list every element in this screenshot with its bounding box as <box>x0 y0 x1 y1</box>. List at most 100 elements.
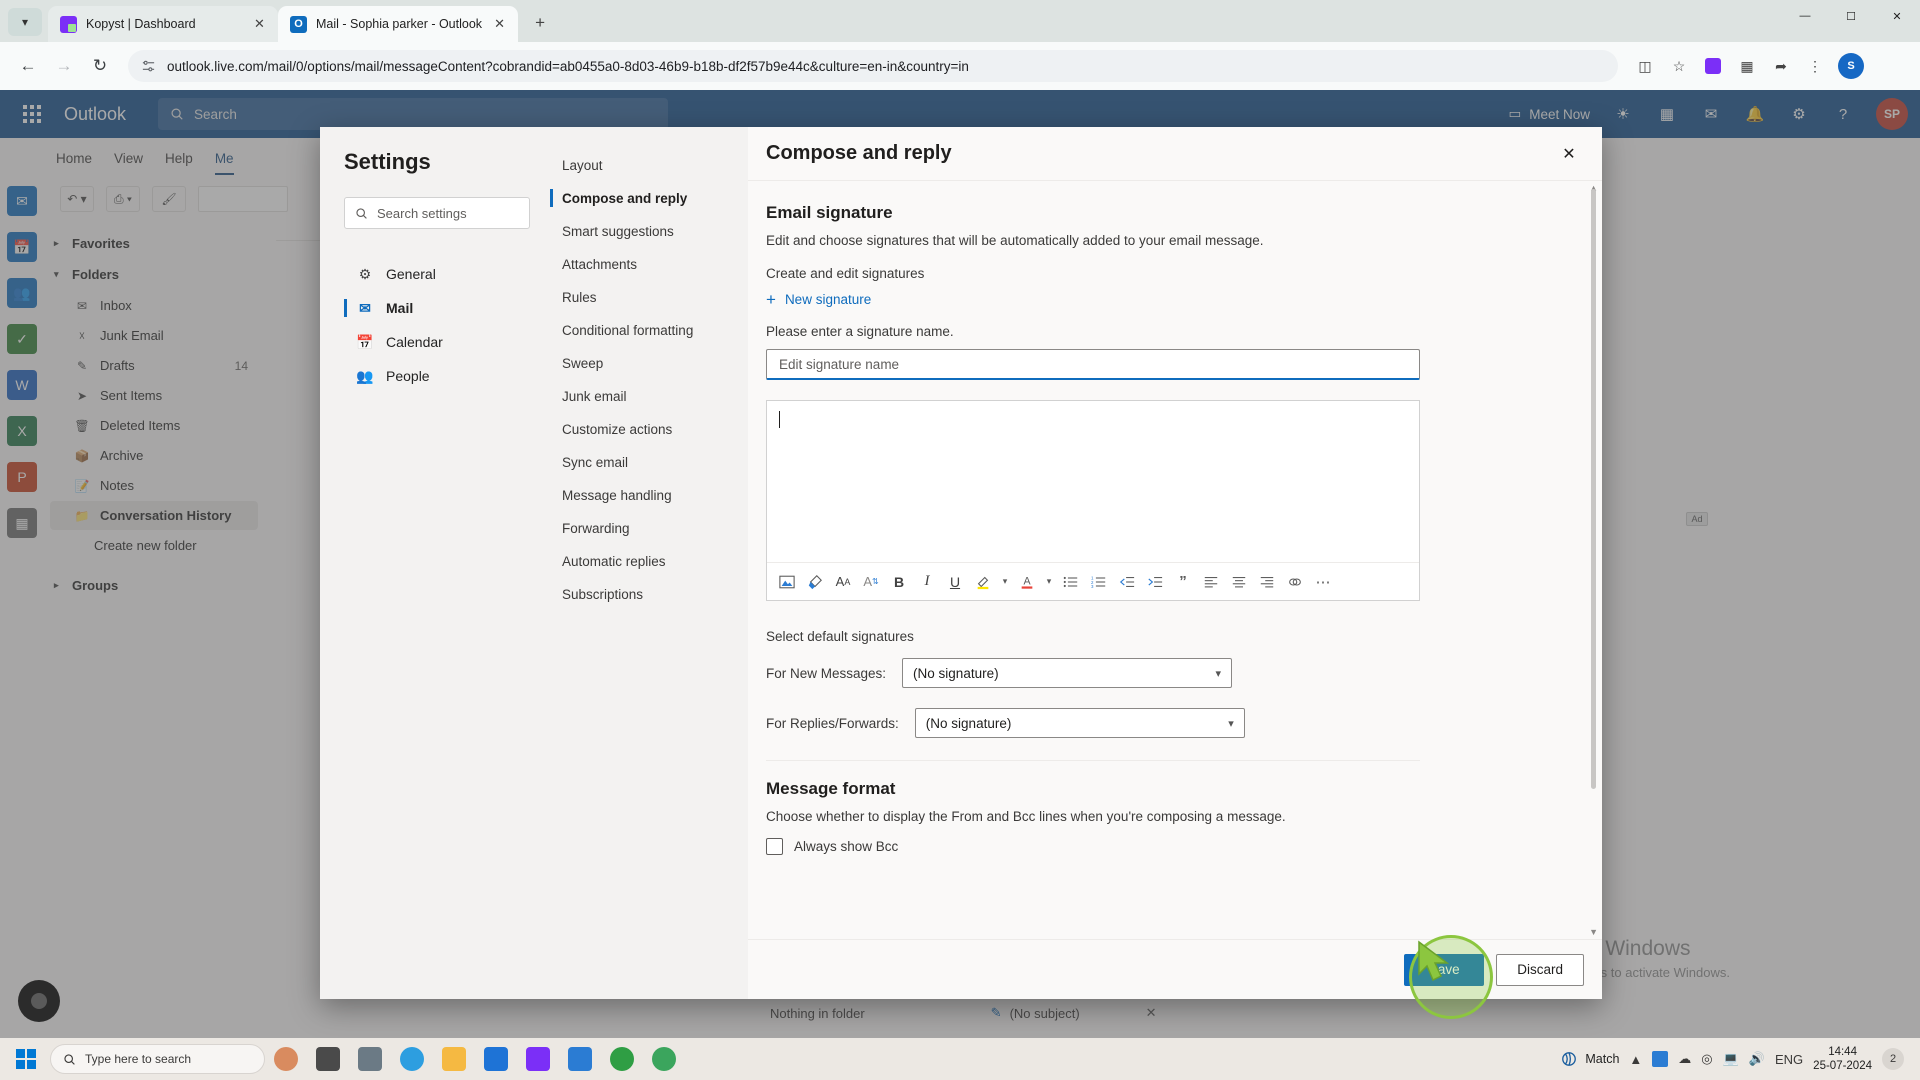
highlight-chevron-down-icon[interactable]: ▾ <box>997 568 1013 596</box>
settings-sub-forwarding[interactable]: Forwarding <box>550 512 748 544</box>
settings-sub-automatic-replies[interactable]: Automatic replies <box>550 545 748 577</box>
minimize-button[interactable]: — <box>1782 0 1828 32</box>
insert-picture-icon[interactable] <box>773 568 801 596</box>
floating-record-button[interactable] <box>18 980 60 1022</box>
align-center-icon[interactable] <box>1225 568 1253 596</box>
network-icon[interactable]: 💻 <box>1723 1051 1739 1067</box>
extensions-icon[interactable]: ➦ <box>1766 51 1796 81</box>
taskbar-mail-icon[interactable] <box>475 1040 517 1078</box>
back-icon[interactable]: ← <box>12 50 44 82</box>
for-new-messages-dropdown[interactable]: (No signature) ▾ <box>902 658 1233 688</box>
more-options-icon[interactable]: ⋯ <box>1309 568 1337 596</box>
insert-link-icon[interactable] <box>1281 568 1309 596</box>
always-show-bcc-checkbox[interactable] <box>766 838 783 855</box>
extension-puzzle-icon[interactable]: ▦ <box>1732 51 1762 81</box>
forward-icon[interactable]: → <box>48 50 80 82</box>
bookmark-star-icon[interactable]: ☆ <box>1664 51 1694 81</box>
settings-subcategories-pane: Layout Compose and reply Smart suggestio… <box>550 127 748 999</box>
close-window-button[interactable]: ✕ <box>1874 0 1920 32</box>
notification-center-badge[interactable]: 2 <box>1882 1048 1904 1070</box>
taskbar-kopyst-icon[interactable] <box>517 1040 559 1078</box>
close-icon[interactable]: ✕ <box>1552 137 1586 171</box>
format-painter-icon[interactable] <box>801 568 829 596</box>
address-bar[interactable]: outlook.live.com/mail/0/options/mail/mes… <box>128 50 1618 82</box>
settings-sub-junk-email[interactable]: Junk email <box>550 380 748 412</box>
onedrive-cloud-icon[interactable]: ☁ <box>1678 1051 1691 1067</box>
settings-search-input[interactable]: Search settings <box>344 197 530 229</box>
maximize-button[interactable]: ☐ <box>1828 0 1874 32</box>
settings-sub-layout[interactable]: Layout <box>550 149 748 181</box>
match-tray-item[interactable]: Match <box>1561 1051 1619 1067</box>
start-button[interactable] <box>6 1040 46 1078</box>
font-size-icon[interactable]: AA <box>829 568 857 596</box>
browser-tab-outlook[interactable]: O Mail - Sophia parker - Outlook ✕ <box>278 6 519 42</box>
settings-sub-conditional-formatting[interactable]: Conditional formatting <box>550 314 748 346</box>
for-replies-forwards-dropdown[interactable]: (No signature) ▾ <box>914 708 1245 738</box>
signature-name-input[interactable]: Edit signature name <box>766 349 1420 380</box>
taskbar-antivirus-icon[interactable] <box>601 1040 643 1078</box>
settings-category-calendar[interactable]: 📅 Calendar <box>344 325 530 359</box>
settings-sub-attachments[interactable]: Attachments <box>550 248 748 280</box>
antivirus-tray-icon[interactable] <box>1652 1051 1669 1067</box>
browser-tab-kopyst[interactable]: Kopyst | Dashboard ✕ <box>48 6 278 42</box>
font-color-icon[interactable]: A <box>1013 568 1041 596</box>
settings-category-mail[interactable]: ✉ Mail <box>344 291 530 325</box>
taskbar-store-icon[interactable] <box>559 1040 601 1078</box>
decrease-indent-icon[interactable] <box>1113 568 1141 596</box>
settings-sub-rules[interactable]: Rules <box>550 281 748 313</box>
underline-icon[interactable]: U <box>941 568 969 596</box>
save-button[interactable]: Save <box>1404 953 1485 986</box>
text-effects-icon[interactable]: A ⇅ <box>857 568 885 596</box>
taskbar-task-view-icon[interactable] <box>349 1040 391 1078</box>
font-color-chevron-down-icon[interactable]: ▾ <box>1041 568 1057 596</box>
scrollbar-thumb[interactable] <box>1591 189 1596 789</box>
increase-indent-icon[interactable] <box>1141 568 1169 596</box>
numbered-list-icon[interactable]: 123 <box>1085 568 1113 596</box>
taskbar-clock[interactable]: 14:44 25-07-2024 <box>1813 1045 1872 1073</box>
settings-sub-subscriptions[interactable]: Subscriptions <box>550 578 748 610</box>
browser-profile-avatar[interactable]: S <box>1838 53 1864 79</box>
settings-category-people[interactable]: 👥 People <box>344 359 530 393</box>
bulleted-list-icon[interactable] <box>1057 568 1085 596</box>
settings-sub-message-handling[interactable]: Message handling <box>550 479 748 511</box>
site-settings-icon[interactable] <box>140 58 157 75</box>
taskbar-recorder-icon[interactable] <box>307 1040 349 1078</box>
close-icon[interactable]: ✕ <box>251 16 268 33</box>
quote-icon[interactable]: ” <box>1169 568 1197 596</box>
bold-icon[interactable]: B <box>885 568 913 596</box>
new-signature-button[interactable]: + New signature <box>766 291 1568 308</box>
highlight-color-icon[interactable] <box>969 568 997 596</box>
discard-button[interactable]: Discard <box>1496 953 1584 986</box>
align-right-icon[interactable] <box>1253 568 1281 596</box>
settings-sub-smart-suggestions[interactable]: Smart suggestions <box>550 215 748 247</box>
align-left-icon[interactable] <box>1197 568 1225 596</box>
settings-sub-customize-actions[interactable]: Customize actions <box>550 413 748 445</box>
kopyst-extension-icon[interactable] <box>1698 51 1728 81</box>
webcam-tray-icon[interactable]: ◎ <box>1701 1051 1712 1067</box>
settings-sub-compose-and-reply[interactable]: Compose and reply <box>550 182 748 214</box>
show-hidden-icons-chevron-up-icon[interactable]: ▲ <box>1629 1052 1642 1067</box>
email-signature-section-title: Email signature <box>766 203 893 222</box>
settings-sub-sweep[interactable]: Sweep <box>550 347 748 379</box>
reload-icon[interactable]: ↻ <box>84 50 116 82</box>
record-dot-icon <box>31 993 47 1009</box>
italic-icon[interactable]: I <box>913 568 941 596</box>
scroll-down-arrow-icon[interactable]: ▼ <box>1589 927 1598 937</box>
tab-search-chevron-icon[interactable]: ▾ <box>8 8 42 36</box>
taskbar-assistant-icon[interactable] <box>265 1040 307 1078</box>
taskbar-edge-icon[interactable] <box>391 1040 433 1078</box>
settings-sub-sync-email[interactable]: Sync email <box>550 446 748 478</box>
browser-menu-icon[interactable]: ⋮ <box>1800 51 1830 81</box>
close-icon[interactable]: ✕ <box>491 16 508 33</box>
new-tab-button[interactable]: + <box>526 9 554 37</box>
language-indicator[interactable]: ENG <box>1775 1052 1803 1067</box>
taskbar-chrome-icon[interactable] <box>643 1040 685 1078</box>
taskbar-file-explorer-icon[interactable] <box>433 1040 475 1078</box>
settings-category-general[interactable]: ⚙ General <box>344 257 530 291</box>
taskbar-search-input[interactable]: Type here to search <box>50 1044 265 1074</box>
always-show-bcc-row[interactable]: Always show Bcc <box>766 838 1568 855</box>
volume-icon[interactable]: 🔊 <box>1749 1051 1765 1067</box>
split-screen-icon[interactable]: ◫ <box>1630 51 1660 81</box>
signature-body-input[interactable] <box>767 401 1419 562</box>
create-edit-signatures-label: Create and edit signatures <box>766 266 925 281</box>
